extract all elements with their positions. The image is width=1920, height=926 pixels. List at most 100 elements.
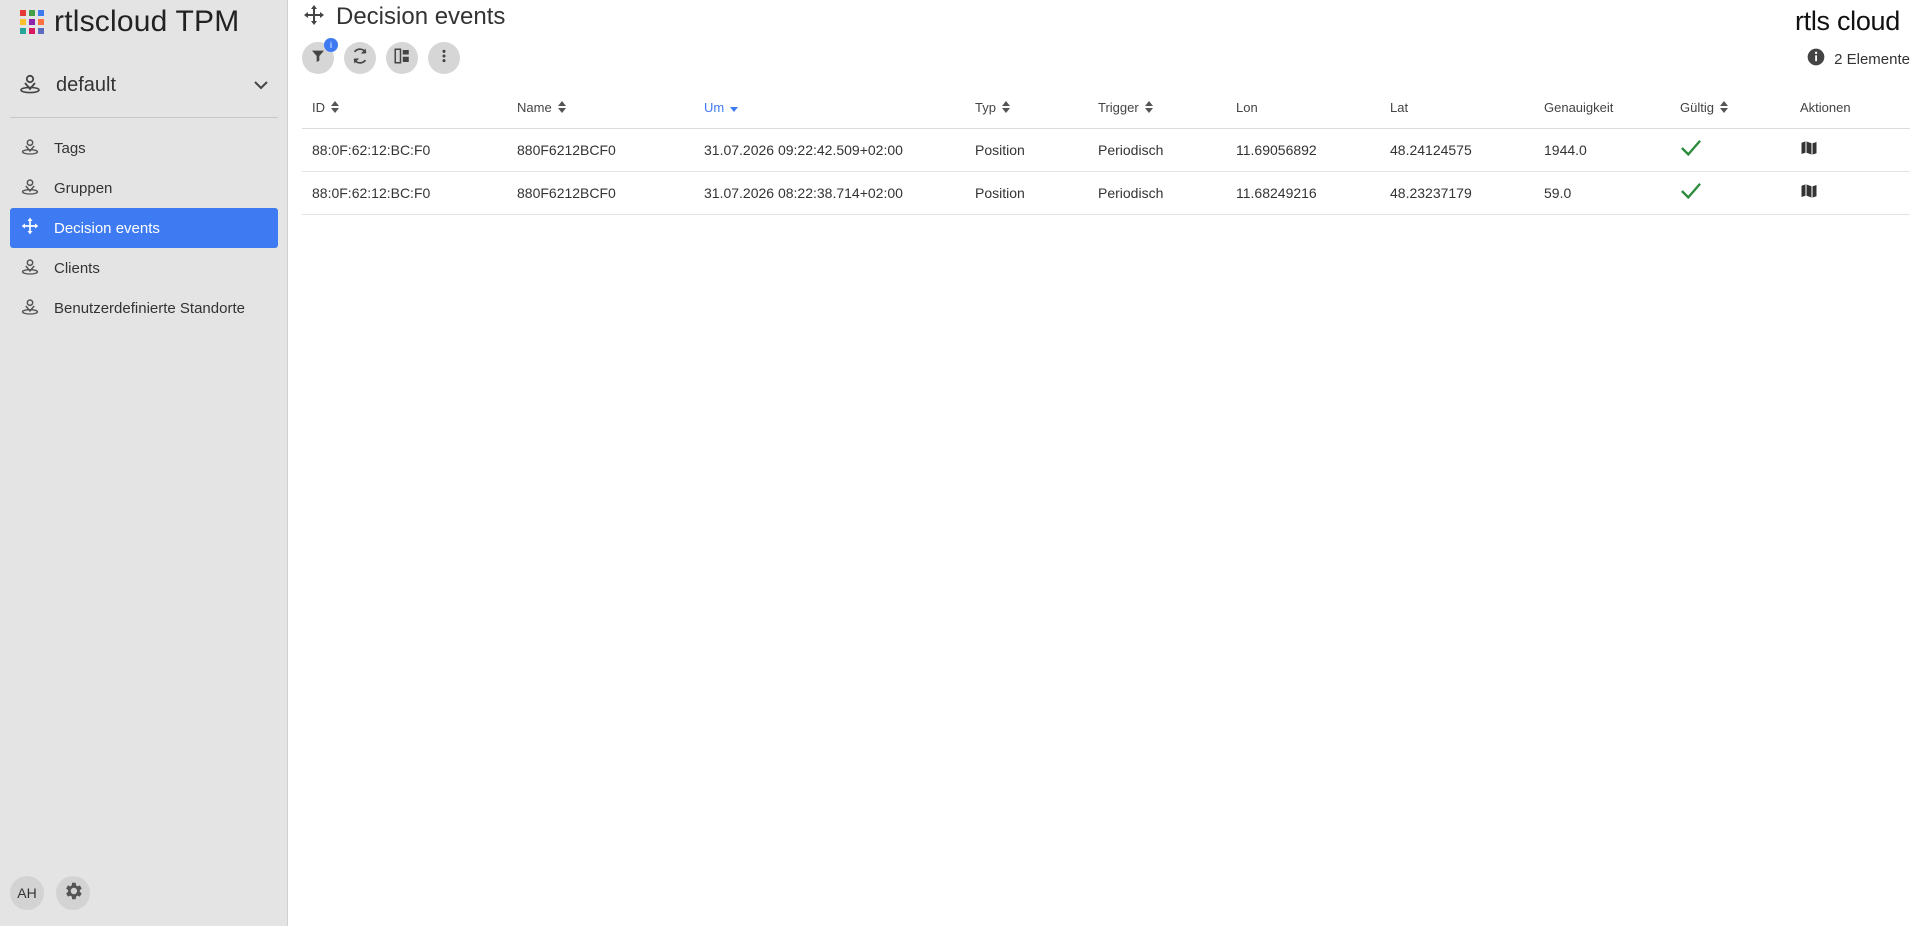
item-count-label: 2 Elemente [1834, 50, 1910, 68]
cell-typ: Position [965, 171, 1088, 215]
column-header-um[interactable]: Um [694, 88, 965, 129]
sidebar-item-label: Clients [54, 259, 100, 277]
apps-grid-dot [29, 28, 35, 34]
column-header-lon: Lon [1226, 88, 1380, 129]
move-arrows-icon [20, 216, 40, 240]
org-select[interactable]: default [18, 68, 278, 102]
refresh-button[interactable] [344, 42, 376, 74]
cell-lat: 48.24124575 [1380, 128, 1534, 172]
sort-icon [331, 100, 339, 116]
refresh-icon [350, 46, 370, 71]
column-header-typ[interactable]: Typ [965, 88, 1088, 129]
cell-actions [1790, 128, 1910, 172]
cell-id: 88:0F:62:12:BC:F0 [302, 171, 507, 215]
sidebar-item-gruppen[interactable]: Gruppen [10, 168, 278, 208]
map-icon[interactable] [1800, 182, 1818, 203]
sidebar-nav: Tags Gruppen Decision events Clients Ben… [10, 128, 278, 328]
events-table: ID Name Um Typ Trigger Lon Lat Genauigkeit Gülti… [302, 88, 1910, 215]
sidebar-item-label: Benutzerdefinierte Standorte [54, 299, 245, 317]
columns-icon [393, 47, 411, 70]
sidebar-item-clients[interactable]: Clients [10, 248, 278, 288]
filter-button[interactable]: i [302, 38, 338, 74]
cell-um: 31.07.2026 09:22:42.509+02:00 [694, 128, 965, 172]
table-row[interactable]: 88:0F:62:12:BC:F0 880F6212BCF0 31.07.2026 … [302, 128, 1910, 172]
column-header-label: Typ [975, 99, 996, 115]
cell-lat: 48.23237179 [1380, 171, 1534, 215]
column-header-label: Lat [1390, 100, 1409, 116]
table-row[interactable]: 88:0F:62:12:BC:F0 880F6212BCF0 31.07.2026 … [302, 171, 1910, 215]
apps-grid-dot [29, 10, 35, 16]
cell-genauigkeit: 1944.0 [1534, 128, 1670, 172]
column-header-id[interactable]: ID [302, 88, 507, 129]
table-body: 88:0F:62:12:BC:F0 880F6212BCF0 31.07.2026 … [302, 128, 1910, 215]
column-header-label: Genauigkeit [1544, 100, 1614, 116]
cell-actions [1790, 171, 1910, 215]
sidebar-item-label: Gruppen [54, 179, 113, 197]
check-icon [1680, 182, 1702, 204]
brand-logo: rtls cloud [1794, 6, 1900, 36]
toolbar: i [302, 38, 460, 74]
cell-typ: Position [965, 128, 1088, 172]
more-vert-icon [436, 48, 452, 69]
sidebar-divider [10, 117, 278, 118]
column-header-label: Aktionen [1800, 100, 1851, 116]
apps-grid-icon[interactable] [20, 10, 44, 34]
cell-trigger: Periodisch [1088, 171, 1226, 215]
sort-icon [1144, 100, 1153, 116]
cell-gueltig [1670, 128, 1790, 172]
apps-grid-dot [38, 10, 44, 16]
avatar[interactable]: AH [10, 876, 44, 910]
column-header-label: Trigger [1098, 99, 1139, 115]
column-header-lat: Lat [1380, 88, 1534, 129]
table-header-row: ID Name Um Typ Trigger Lon Lat Genauigkeit Gülti… [302, 88, 1910, 129]
sidebar-item-benutzerdefinierte-standorte[interactable]: Benutzerdefinierte Standorte [10, 288, 278, 328]
cell-name: 880F6212BCF0 [507, 171, 694, 215]
sort-icon [1719, 100, 1728, 116]
filter-badge: i [324, 38, 338, 52]
cell-id: 88:0F:62:12:BC:F0 [302, 128, 507, 172]
column-header-aktionen: Aktionen [1790, 88, 1910, 129]
column-header-label: Gültig [1680, 99, 1714, 115]
gear-icon [62, 880, 84, 907]
sidebar: rtlscloud TPM default Tags Gruppen Decis… [0, 0, 288, 926]
column-header-g-ltig[interactable]: Gültig [1670, 88, 1790, 129]
check-icon [1680, 139, 1702, 161]
cell-lon: 11.69056892 [1226, 128, 1380, 172]
sort-icon [557, 100, 566, 116]
page-title: Decision events [336, 3, 506, 30]
columns-button[interactable] [386, 42, 418, 74]
column-header-label: Name [517, 99, 552, 115]
column-header-trigger[interactable]: Trigger [1088, 88, 1226, 129]
item-count: 2 Elemente [1806, 47, 1910, 71]
sidebar-item-label: Tags [54, 139, 86, 157]
page-header: Decision events [302, 2, 505, 32]
location-person-icon [20, 176, 40, 200]
more-options-button[interactable] [428, 42, 460, 74]
location-person-icon [20, 296, 40, 320]
apps-grid-dot [29, 19, 35, 25]
cell-gueltig [1670, 171, 1790, 215]
cell-lon: 11.68249216 [1226, 171, 1380, 215]
column-header-name[interactable]: Name [507, 88, 694, 129]
column-header-genauigkeit: Genauigkeit [1534, 88, 1670, 129]
cell-genauigkeit: 59.0 [1534, 171, 1670, 215]
app-title: rtlscloud TPM [54, 5, 240, 38]
apps-grid-dot [20, 10, 26, 16]
sidebar-item-tags[interactable]: Tags [10, 128, 278, 168]
sidebar-item-label: Decision events [54, 219, 160, 237]
location-person-icon [20, 256, 40, 280]
apps-grid-dot [38, 19, 44, 25]
apps-grid-dot [20, 19, 26, 25]
sidebar-item-decision-events[interactable]: Decision events [10, 208, 278, 248]
column-header-label: ID [312, 99, 325, 115]
sort-icon [1001, 100, 1010, 116]
column-header-label: Lon [1236, 100, 1258, 116]
cell-um: 31.07.2026 08:22:38.714+02:00 [694, 171, 965, 215]
move-arrows-icon [302, 3, 326, 32]
map-icon[interactable] [1800, 139, 1818, 160]
apps-grid-dot [38, 28, 44, 34]
info-icon [1806, 47, 1826, 71]
events-table-wrapper: ID Name Um Typ Trigger Lon Lat Genauigkeit Gülti… [302, 88, 1910, 215]
settings-button[interactable] [56, 876, 90, 910]
location-person-icon [20, 136, 40, 160]
